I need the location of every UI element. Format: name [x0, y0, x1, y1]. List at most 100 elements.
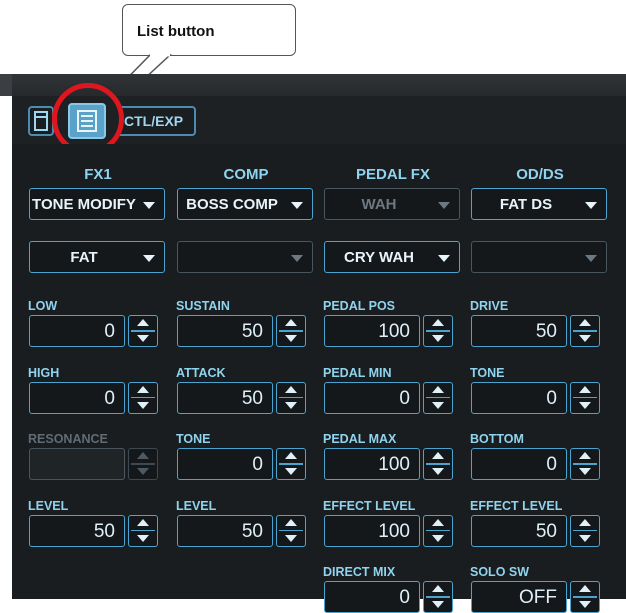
- stepper-divider: [131, 463, 155, 465]
- param-stepper[interactable]: [570, 514, 600, 547]
- effect-variation-dropdown[interactable]: FAT: [29, 241, 165, 273]
- increment-arrow-icon: [579, 319, 591, 326]
- param-stepper[interactable]: [423, 315, 453, 347]
- param-stepper[interactable]: [276, 514, 306, 547]
- param-stepper[interactable]: [423, 381, 453, 414]
- param-value-field[interactable]: 50: [29, 514, 125, 547]
- param-stepper[interactable]: [276, 315, 306, 347]
- ctl-exp-button[interactable]: CTL/EXP: [120, 106, 196, 136]
- param-value: 50: [93, 520, 115, 542]
- param-value-field[interactable]: 0: [324, 581, 420, 613]
- param-value: 0: [104, 387, 115, 409]
- effect-type-dropdown[interactable]: TONE MODIFY: [29, 188, 165, 220]
- stepper-divider: [573, 396, 597, 398]
- param-value-field[interactable]: 50: [177, 381, 273, 414]
- effect-type-dropdown[interactable]: FAT DS: [471, 188, 607, 220]
- param-value-field[interactable]: 0: [177, 448, 273, 480]
- effect-type-dropdown[interactable]: BOSS COMP: [177, 188, 313, 220]
- param-stepper: [128, 448, 158, 480]
- decrement-arrow-icon: [285, 534, 297, 542]
- increment-arrow-icon: [285, 319, 297, 326]
- stepper-divider: [573, 330, 597, 332]
- stepper-divider: [131, 529, 155, 531]
- decrement-arrow-icon: [432, 601, 444, 608]
- param-label: SUSTAIN: [176, 299, 230, 313]
- list-icon: [77, 110, 97, 132]
- dropdown-value: CRY WAH: [343, 249, 414, 266]
- param-label: LOW: [28, 299, 58, 313]
- param-stepper[interactable]: [570, 315, 600, 347]
- effect-variation-dropdown[interactable]: CRY WAH: [324, 241, 460, 273]
- param-value-field[interactable]: 100: [324, 514, 420, 547]
- param-value-field[interactable]: 0: [471, 448, 567, 480]
- chevron-down-icon: [585, 255, 597, 262]
- param-label: EFFECT LEVEL: [323, 498, 416, 513]
- param-stepper[interactable]: [570, 381, 600, 414]
- param-label: RESONANCE: [28, 432, 108, 446]
- increment-arrow-icon: [137, 385, 149, 393]
- panel-view-icon: [34, 111, 48, 131]
- decrement-arrow-icon: [579, 335, 591, 342]
- dropdown-value: WAH: [361, 196, 397, 213]
- decrement-arrow-icon: [432, 534, 444, 542]
- column-title: PEDAL FX: [356, 166, 430, 183]
- stepper-divider: [426, 396, 450, 398]
- param-value-field[interactable]: 100: [324, 315, 420, 347]
- increment-arrow-icon: [285, 518, 297, 526]
- decrement-arrow-icon: [432, 335, 444, 342]
- param-value-field[interactable]: OFF: [471, 581, 567, 613]
- effect-variation-dropdown: [177, 241, 313, 273]
- param-stepper[interactable]: [423, 448, 453, 480]
- param-stepper[interactable]: [570, 581, 600, 613]
- decrement-arrow-icon: [579, 401, 591, 409]
- param-value-field[interactable]: 50: [177, 315, 273, 347]
- decrement-arrow-icon: [137, 468, 149, 475]
- toolbar: CTL/EXP: [12, 96, 626, 144]
- panel-view-button[interactable]: [28, 106, 54, 136]
- column-title: FX1: [84, 166, 112, 183]
- list-button[interactable]: [68, 103, 106, 139]
- stepper-divider: [279, 463, 303, 465]
- increment-arrow-icon: [579, 385, 591, 393]
- stepper-divider: [573, 463, 597, 465]
- stepper-divider: [426, 330, 450, 332]
- param-value-field[interactable]: 50: [471, 514, 567, 547]
- param-stepper[interactable]: [570, 448, 600, 480]
- param-stepper[interactable]: [423, 581, 453, 613]
- param-value-field[interactable]: 0: [324, 381, 420, 414]
- increment-arrow-icon: [137, 518, 149, 526]
- param-value-field[interactable]: 100: [324, 448, 420, 480]
- param-value: 100: [378, 321, 410, 342]
- decrement-arrow-icon: [137, 401, 149, 409]
- column-title: COMP: [223, 166, 269, 183]
- dropdown-value: FAT: [70, 249, 98, 266]
- param-stepper[interactable]: [128, 315, 158, 347]
- param-value-field[interactable]: 50: [471, 315, 567, 347]
- increment-arrow-icon: [432, 385, 444, 393]
- stepper-divider: [131, 330, 155, 332]
- dropdown-value: TONE MODIFY: [32, 196, 136, 213]
- stepper-divider: [279, 396, 303, 398]
- param-value-field[interactable]: 0: [471, 381, 567, 414]
- increment-arrow-icon: [579, 518, 591, 526]
- decrement-arrow-icon: [579, 534, 591, 542]
- param-value-field[interactable]: 0: [29, 315, 125, 347]
- callout-text: List button: [137, 23, 215, 40]
- param-stepper[interactable]: [276, 448, 306, 480]
- param-stepper[interactable]: [423, 514, 453, 547]
- param-stepper[interactable]: [128, 381, 158, 414]
- param-value-field[interactable]: 0: [29, 381, 125, 414]
- param-stepper[interactable]: [128, 514, 158, 547]
- chevron-down-icon: [143, 255, 155, 262]
- dropdown-value: BOSS COMP: [186, 196, 278, 213]
- param-stepper[interactable]: [276, 381, 306, 414]
- param-value: 0: [399, 387, 410, 409]
- stepper-divider: [279, 529, 303, 531]
- increment-arrow-icon: [432, 452, 444, 459]
- increment-arrow-icon: [432, 319, 444, 326]
- chevron-down-icon: [291, 202, 303, 209]
- param-value-field[interactable]: 50: [177, 514, 273, 547]
- stepper-divider: [426, 463, 450, 465]
- param-value: 100: [378, 454, 410, 475]
- param-label: PEDAL POS: [323, 299, 396, 313]
